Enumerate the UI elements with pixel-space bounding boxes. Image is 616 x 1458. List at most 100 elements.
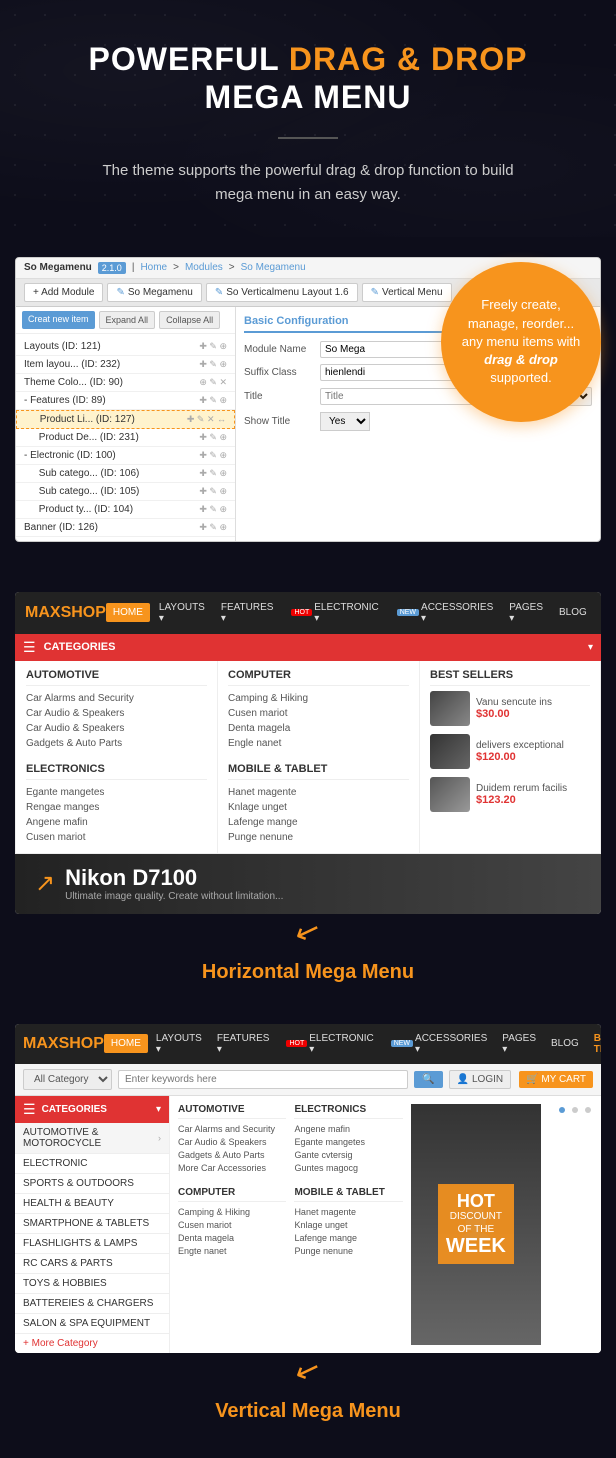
tab-so-megamenu[interactable]: ✎ So Megamenu [107, 283, 201, 302]
nav-item-pages[interactable]: PAGES ▾ [502, 598, 550, 628]
mega-link[interactable]: Lafenge mange [228, 815, 409, 830]
sidebar-item-smartphone[interactable]: SMARTPHONE & TABLETS [15, 1214, 169, 1234]
tree-item-product-ty[interactable]: Product ty... (ID: 104) ✚ ✎ ⊕ [16, 501, 235, 519]
nav-item-layouts[interactable]: LAYOUTS ▾ [152, 598, 212, 628]
shop2-link[interactable]: Hanet magente [294, 1206, 402, 1219]
sidebar-item-health[interactable]: HEALTH & BEAUTY [15, 1194, 169, 1214]
nav-item-home[interactable]: HOME [106, 603, 150, 622]
nav2-features[interactable]: FEATURES ▾ [210, 1029, 277, 1059]
hot-badge: HOT [291, 609, 312, 616]
tree-item-sub2[interactable]: Sub catego... (ID: 105) ✚ ✎ ⊕ [16, 483, 235, 501]
nav2-layouts[interactable]: LAYOUTS ▾ [149, 1029, 209, 1059]
mega-col-title-mobile: MOBILE & TABLET [228, 763, 409, 780]
shop2-link[interactable]: Gadgets & Auto Parts [178, 1149, 286, 1162]
shop2-mega-area: AUTOMOTIVE Car Alarms and Security Car A… [170, 1096, 601, 1353]
nav2-pages[interactable]: PAGES ▾ [495, 1029, 543, 1059]
nav2-buy-themes[interactable]: BUY THEMES! [587, 1029, 601, 1059]
mega-link[interactable]: Angene mafin [26, 815, 207, 830]
tab-vertical-menu[interactable]: ✎ Vertical Menu [362, 283, 452, 302]
tab-vertical-layout[interactable]: ✎ So Verticalmenu Layout 1.6 [206, 283, 358, 302]
mega-link[interactable]: Car Alarms and Security [26, 691, 207, 706]
mega-col-automotive: AUTOMOTIVE Car Alarms and Security Car A… [16, 661, 218, 853]
mega-link[interactable]: Hanet magente [228, 785, 409, 800]
tree-item-electronic[interactable]: - Electronic (ID: 100) ✚ ✎ ⊕ [16, 447, 235, 465]
mega-col-computer: COMPUTER Camping & Hiking Cusen mariot D… [218, 661, 420, 853]
admin-toolbar: Creat new item Expand All Collapse All [16, 307, 235, 334]
admin-breadcrumb-modules[interactable]: Modules [185, 262, 223, 273]
shop2-link[interactable]: Car Alarms and Security [178, 1123, 286, 1136]
sidebar-item-toys[interactable]: TOYS & HOBBIES [15, 1274, 169, 1294]
search-button[interactable]: 🔍 [414, 1071, 442, 1088]
show-title-select[interactable]: Yes [320, 412, 370, 431]
tree-item-banner[interactable]: Banner (ID: 126) ✚ ✎ ⊕ [16, 519, 235, 537]
mega-link[interactable]: Camping & Hiking [228, 691, 409, 706]
shop-categories-bar[interactable]: ☰ CATEGORIES ▾ [15, 634, 601, 661]
mega-link[interactable]: Cusen mariot [26, 830, 207, 845]
create-item-button[interactable]: Creat new item [22, 311, 95, 329]
hot-text-discount: DISCOUNT [446, 1210, 506, 1223]
mega-link[interactable]: Car Audio & Speakers [26, 706, 207, 721]
breadcrumb-sep2: > [173, 262, 179, 273]
mega-link[interactable]: Knlage unget [228, 800, 409, 815]
tree-item[interactable]: Layouts (ID: 121) ✚ ✎ ⊕ [16, 338, 235, 356]
sidebar-item-flashlights[interactable]: FLASHLIGHTS & LAMPS [15, 1234, 169, 1254]
expand-all-button[interactable]: Expand All [99, 311, 156, 329]
sidebar-item-batteries[interactable]: BATTEREIES & CHARGERS [15, 1294, 169, 1314]
mega-link[interactable]: Punge nenune [228, 830, 409, 845]
nav-item-features[interactable]: FEATURES ▾ [214, 598, 281, 628]
mega-link[interactable]: Egante mangetes [26, 785, 207, 800]
nav-item-buy-themes[interactable]: BUY THEMES! [596, 598, 601, 628]
mega-link[interactable]: Rengae manges [26, 800, 207, 815]
shop2-link[interactable]: Lafenge mange [294, 1232, 402, 1245]
sidebar-item-automotive[interactable]: AUTOMOTIVE & MOTOROCYCLE › [15, 1123, 169, 1154]
mega-link[interactable]: Denta magela [228, 721, 409, 736]
mega-link[interactable]: Car Audio & Speakers [26, 721, 207, 736]
admin-breadcrumb-current[interactable]: So Megamenu [241, 262, 306, 273]
category-select[interactable]: All Category [23, 1069, 112, 1090]
shop2-link[interactable]: Cusen mariot [178, 1219, 286, 1232]
more-category[interactable]: + More Category [15, 1334, 169, 1353]
mega-link[interactable]: Gadgets & Auto Parts [26, 736, 207, 751]
sidebar-item-rc-cars[interactable]: RC CARS & PARTS [15, 1254, 169, 1274]
login-button[interactable]: 👤 LOGIN [449, 1070, 511, 1089]
shop2-link[interactable]: Knlage unget [294, 1219, 402, 1232]
nav2-home[interactable]: HOME [104, 1034, 148, 1053]
shop2-link[interactable]: Gante cvtersig [294, 1149, 402, 1162]
shop2-link[interactable]: Egante mangetes [294, 1136, 402, 1149]
shop2-link[interactable]: More Car Accessories [178, 1162, 286, 1175]
nav2-electronic[interactable]: HOT ELECTRONIC ▾ [277, 1029, 380, 1059]
shop2-link[interactable]: Punge nenune [294, 1245, 402, 1258]
mega-link[interactable]: Cusen mariot [228, 706, 409, 721]
nav2-blog[interactable]: BLOG [544, 1034, 586, 1053]
dot-2[interactable] [572, 1107, 578, 1113]
collapse-all-button[interactable]: Collapse All [159, 311, 220, 329]
shop2-link[interactable]: Angene mafin [294, 1123, 402, 1136]
shop2-link[interactable]: Car Audio & Speakers [178, 1136, 286, 1149]
dot-3[interactable] [585, 1107, 591, 1113]
sidebar-item-salon[interactable]: SALON & SPA EQUIPMENT [15, 1314, 169, 1334]
shop2-link[interactable]: Camping & Hiking [178, 1206, 286, 1219]
sidebar-cat-items: AUTOMOTIVE & MOTOROCYCLE › ELECTRONIC SP… [15, 1123, 169, 1353]
shop2-logo: MAXSHOP [23, 1035, 104, 1053]
sidebar-item-sports[interactable]: SPORTS & OUTDOORS [15, 1174, 169, 1194]
tree-item-product-list[interactable]: Product Li... (ID: 127) ✚ ✎ ✕ ↔ [16, 410, 235, 429]
tree-item-features[interactable]: - Features (ID: 89) ✚ ✎ ⊕ [16, 392, 235, 410]
dot-1[interactable] [559, 1107, 565, 1113]
mega-link[interactable]: Engle nanet [228, 736, 409, 751]
shop2-link[interactable]: Engte nanet [178, 1245, 286, 1258]
search-input[interactable] [118, 1070, 408, 1089]
tab-add-module[interactable]: + Add Module [24, 283, 103, 302]
shop2-link[interactable]: Guntes magocg [294, 1162, 402, 1175]
nav-item-electronic[interactable]: HOT ELECTRONIC ▾ [282, 598, 385, 628]
sidebar-item-electronic[interactable]: ELECTRONIC [15, 1154, 169, 1174]
tree-item-product-de[interactable]: Product De... (ID: 231) ✚ ✎ ⊕ [16, 429, 235, 447]
tree-item-sub1[interactable]: Sub catego... (ID: 106) ✚ ✎ ⊕ [16, 465, 235, 483]
cart-button[interactable]: 🛒 MY CART [519, 1071, 593, 1088]
tree-item[interactable]: Item layou... (ID: 232) ✚ ✎ ⊕ [16, 356, 235, 374]
admin-breadcrumb-home[interactable]: Home [140, 262, 167, 273]
nav-item-blog[interactable]: BLOG [552, 603, 594, 622]
tree-item[interactable]: Theme Colo... (ID: 90) ⊕ ✎ ✕ [16, 374, 235, 392]
shop2-link[interactable]: Denta magela [178, 1232, 286, 1245]
nav-item-accessories[interactable]: NEW ACCESSORIES ▾ [388, 598, 501, 628]
nav2-accessories[interactable]: NEW ACCESSORIES ▾ [382, 1029, 495, 1059]
